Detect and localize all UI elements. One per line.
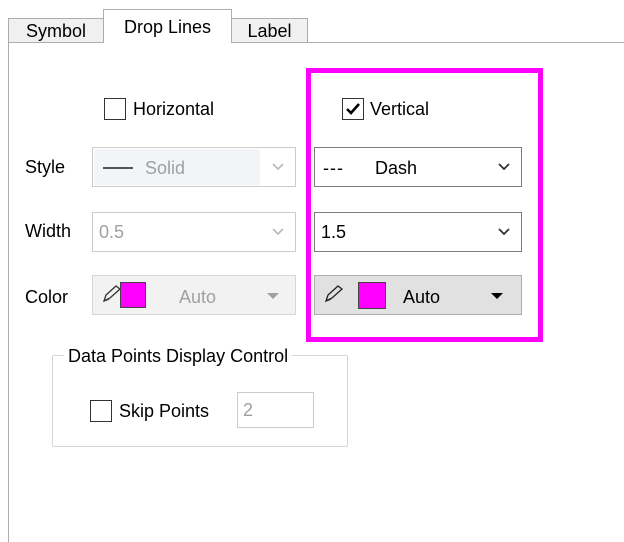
vertical-color-swatch (358, 282, 386, 309)
tab-drop-lines-label: Drop Lines (123, 16, 212, 37)
vertical-color-button[interactable]: Auto (314, 275, 522, 315)
skip-points-label: Skip Points (119, 401, 210, 421)
dash-line-sample-icon: --- (323, 158, 344, 178)
data-points-group-title: Data Points Display Control (64, 347, 293, 365)
horizontal-style-value: Solid (145, 158, 186, 178)
vertical-style-value: Dash (375, 158, 418, 178)
chevron-down-icon (272, 228, 284, 236)
width-label: Width (25, 221, 72, 241)
horizontal-checkbox[interactable] (104, 98, 126, 120)
vertical-label: Vertical (370, 99, 430, 119)
horizontal-color-button[interactable]: Auto (92, 275, 296, 315)
horizontal-style-dropdown[interactable]: Solid (92, 147, 296, 187)
horizontal-width-dropdown[interactable]: 0.5 (92, 212, 296, 252)
vertical-style-dropdown[interactable]: --- Dash (314, 147, 522, 187)
solid-line-sample-icon (103, 167, 133, 169)
tab-label[interactable]: Label (231, 18, 308, 43)
skip-points-checkbox[interactable] (90, 400, 112, 422)
tab-symbol[interactable]: Symbol (8, 18, 104, 43)
vertical-checkbox[interactable] (342, 98, 364, 120)
color-label: Color (25, 287, 69, 307)
horizontal-label: Horizontal (133, 99, 215, 119)
horizontal-color-swatch (120, 282, 146, 308)
tab-symbol-label: Symbol (25, 20, 87, 41)
tab-label-label: Label (247, 20, 292, 41)
horizontal-width-value: 0.5 (99, 222, 125, 242)
skip-points-input[interactable]: 2 (237, 392, 314, 428)
chevron-down-icon (272, 163, 284, 171)
caret-down-icon (267, 293, 279, 299)
pencil-icon (324, 285, 344, 303)
skip-points-value: 2 (243, 400, 254, 420)
chevron-down-icon (498, 228, 510, 236)
style-label: Style (25, 157, 66, 177)
horizontal-color-value: Auto (179, 287, 217, 307)
checkmark-icon (346, 103, 360, 115)
vertical-width-value: 1.5 (321, 222, 347, 242)
chevron-down-icon (498, 163, 510, 171)
caret-down-icon (491, 293, 503, 299)
vertical-color-value: Auto (403, 287, 441, 307)
vertical-width-dropdown[interactable]: 1.5 (314, 212, 522, 252)
tab-drop-lines[interactable]: Drop Lines (103, 9, 232, 43)
